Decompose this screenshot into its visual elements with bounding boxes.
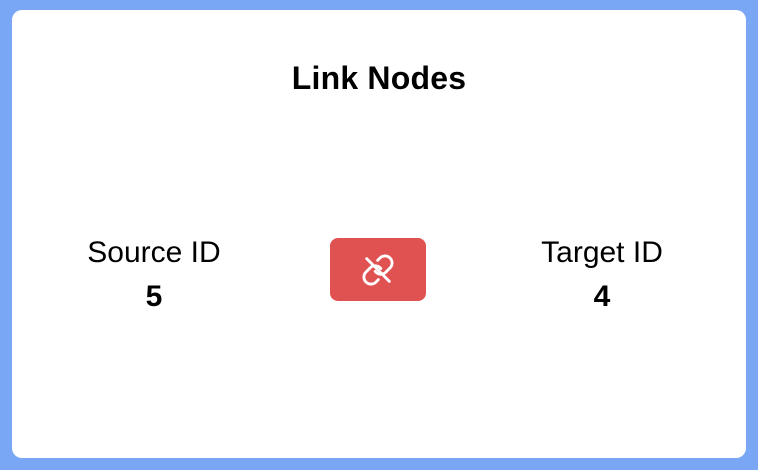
unlink-button[interactable] (330, 238, 426, 301)
target-id-label: Target ID (541, 236, 663, 269)
unlink-icon (361, 253, 395, 287)
source-node: Source ID 5 (54, 236, 254, 312)
panel-title: Link Nodes (291, 60, 467, 96)
source-id-value: 5 (145, 280, 163, 313)
target-id-value: 4 (593, 280, 611, 313)
link-nodes-panel: Link Nodes Source ID 5 Target ID 4 (12, 10, 746, 458)
target-node: Target ID 4 (502, 236, 702, 312)
source-id-label: Source ID (87, 236, 221, 269)
